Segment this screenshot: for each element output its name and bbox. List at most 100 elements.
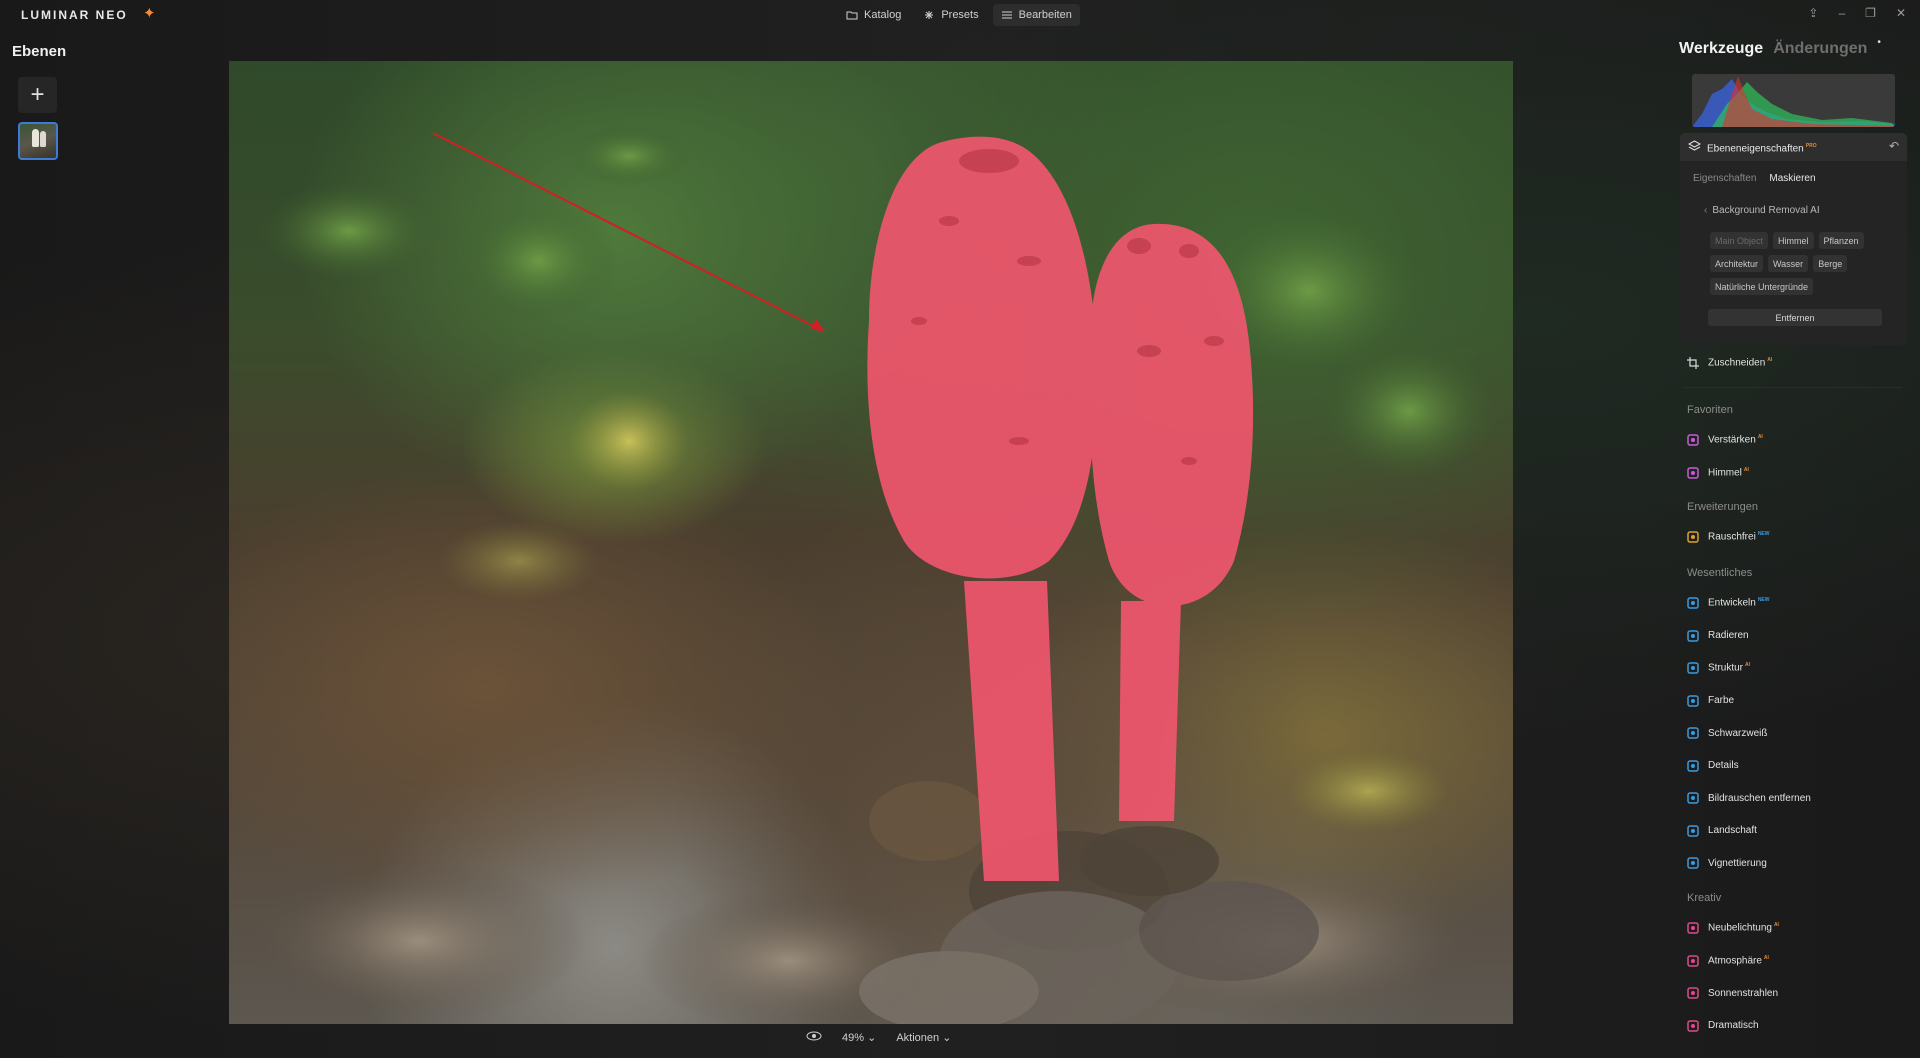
tab-aenderungen[interactable]: Änderungen [1773, 40, 1867, 58]
nav-presets-button[interactable]: Presets [915, 4, 986, 26]
tool-dramatisch[interactable]: Dramatisch [1687, 1017, 1759, 1035]
zoom-value: 49% [842, 1032, 865, 1044]
sunrays-icon [1687, 987, 1699, 999]
tool-farbe[interactable]: Farbe [1687, 692, 1734, 710]
tools-divider [1684, 387, 1902, 388]
photo-canvas[interactable] [229, 61, 1513, 1024]
chip-architektur[interactable]: Architektur [1710, 255, 1764, 272]
presets-icon [923, 10, 935, 20]
reset-icon[interactable]: ↶ [1889, 139, 1899, 153]
tool-label-text: Farbe [1708, 695, 1735, 706]
zoom-dropdown[interactable]: 49% ⌄ [842, 1031, 876, 1044]
tool-label-text: Details [1708, 760, 1739, 771]
tool-label: Sonnenstrahlen [1708, 988, 1778, 999]
tool-label-text: Entwickeln [1708, 597, 1756, 609]
histogram [1692, 74, 1895, 127]
structure-icon [1687, 662, 1699, 674]
layers-title: Ebenen [12, 43, 67, 60]
nav-katalog-button[interactable]: Katalog [838, 4, 909, 26]
subtab-eigenschaften[interactable]: Eigenschaften [1693, 173, 1756, 184]
tool-label: Verstärken AI [1708, 434, 1763, 445]
layer-properties-title-text: Ebeneneigenschaften [1707, 143, 1804, 155]
tool-rauschfrei[interactable]: Rauschfrei NEW [1687, 528, 1769, 546]
add-layer-button[interactable]: + [18, 77, 57, 113]
close-icon[interactable]: ✕ [1896, 6, 1906, 20]
tool-himmel[interactable]: Himmel AI [1687, 464, 1749, 482]
nav-bearbeiten-button[interactable]: Bearbeiten [992, 4, 1080, 26]
tab-werkzeuge[interactable]: Werkzeuge [1679, 40, 1763, 58]
chevron-left-icon: ‹ [1704, 205, 1708, 216]
tool-label-text: Rauschfrei [1708, 531, 1756, 543]
dramatic-icon [1687, 1019, 1699, 1032]
layer-properties-panel: Ebeneneigenschaften PRO ↶ Eigenschaften M… [1680, 133, 1907, 345]
tool-verstärken[interactable]: Verstärken AI [1687, 431, 1763, 449]
eye-icon[interactable] [806, 1031, 822, 1044]
tool-neubelichtung[interactable]: Neubelichtung AI [1687, 919, 1779, 937]
tool-schwarzweiß[interactable]: Schwarzweiß [1687, 724, 1767, 742]
ai-badge: AI [1773, 922, 1779, 929]
tool-label-text: Sonnenstrahlen [1708, 987, 1779, 999]
tool-label: Himmel AI [1708, 467, 1749, 478]
tool-radieren[interactable]: Radieren [1687, 627, 1749, 645]
mask-category-chips: Main Object Himmel Pflanzen Architektur … [1710, 232, 1900, 295]
pro-badge: PRO [1805, 143, 1817, 149]
nav-presets-label: Presets [941, 9, 979, 21]
denoise-icon [1687, 792, 1699, 804]
background-removal-back[interactable]: ‹ Background Removal AI [1704, 205, 1820, 216]
chip-pflanzen[interactable]: Pflanzen [1818, 232, 1864, 249]
layer-properties-header[interactable]: Ebeneneigenschaften PRO ↶ [1680, 133, 1907, 161]
tool-landschaft[interactable]: Landschaft [1687, 822, 1757, 840]
section-favoriten: Favoriten [1687, 404, 1733, 416]
tool-label: Rauschfrei NEW [1708, 531, 1769, 542]
ai-badge: AI [1763, 954, 1769, 961]
tool-struktur[interactable]: Struktur AI [1687, 659, 1750, 677]
right-panel-tabs: Werkzeuge Änderungen • [1679, 37, 1881, 58]
layer-thumbnail[interactable] [18, 122, 58, 160]
subtab-maskieren[interactable]: Maskieren [1769, 173, 1815, 184]
spark-icon[interactable]: ✦ [143, 4, 156, 22]
tool-label: Dramatisch [1708, 1020, 1759, 1031]
tool-sonnenstrahlen[interactable]: Sonnenstrahlen [1687, 984, 1778, 1002]
ai-badge: AI [1743, 466, 1749, 473]
details-icon [1687, 759, 1699, 772]
chip-wasser[interactable]: Wasser [1768, 255, 1809, 272]
tool-label: Farbe [1708, 695, 1734, 706]
chip-himmel[interactable]: Himmel [1773, 232, 1814, 249]
tool-label-text: Verstärken [1708, 434, 1756, 446]
tool-entwickeln[interactable]: Entwickeln NEW [1687, 594, 1769, 612]
unsaved-dot-icon: • [1877, 37, 1881, 48]
tool-label-text: Atmosphäre [1708, 955, 1762, 967]
tool-details[interactable]: Details [1687, 757, 1739, 775]
sun-icon [1687, 597, 1699, 609]
remove-button[interactable]: Entfernen [1708, 309, 1882, 326]
window-controls: ⇪ – ❐ ✕ [1808, 6, 1906, 20]
nav-bearbeiten-label: Bearbeiten [1018, 9, 1072, 21]
actions-label: Aktionen [896, 1032, 940, 1044]
folder-icon [846, 10, 858, 20]
palette-icon [1687, 694, 1699, 707]
top-bar: LUMINAR NEO ✦ Katalog Presets Bearbeiten… [0, 0, 1920, 30]
thumb-mushroom-2 [40, 131, 46, 147]
minimize-icon[interactable]: – [1838, 6, 1845, 20]
tool-label-text: Dramatisch [1708, 1020, 1759, 1031]
tool-bildrauschen-entfernen[interactable]: Bildrauschen entfernen [1687, 789, 1811, 807]
relight-icon [1687, 922, 1699, 934]
chip-main-object[interactable]: Main Object [1710, 232, 1769, 249]
tool-label-text: Landschaft [1708, 825, 1757, 836]
tool-zuschneiden[interactable]: Zuschneiden AI [1687, 354, 1772, 372]
tool-label-text: Bildrauschen entfernen [1708, 792, 1811, 804]
chip-berge[interactable]: Berge [1813, 255, 1848, 272]
tool-label-text: Vignettierung [1708, 857, 1767, 869]
tool-atmosphäre[interactable]: Atmosphäre AI [1687, 952, 1769, 970]
restore-icon[interactable]: ❐ [1865, 6, 1876, 20]
new-badge: NEW [1757, 531, 1770, 538]
atmosphere-icon [1687, 954, 1699, 967]
tool-vignettierung[interactable]: Vignettierung [1687, 854, 1767, 872]
actions-dropdown[interactable]: Aktionen ⌄ [896, 1031, 951, 1044]
share-icon[interactable]: ⇪ [1808, 6, 1818, 20]
ai-badge: AI [1767, 357, 1773, 364]
tool-label: Vignettierung [1708, 858, 1767, 869]
chip-natuerliche-untergruende[interactable]: Natürliche Untergründe [1710, 278, 1814, 295]
crop-icon [1687, 357, 1699, 369]
tool-label-text: Himmel [1708, 467, 1742, 479]
